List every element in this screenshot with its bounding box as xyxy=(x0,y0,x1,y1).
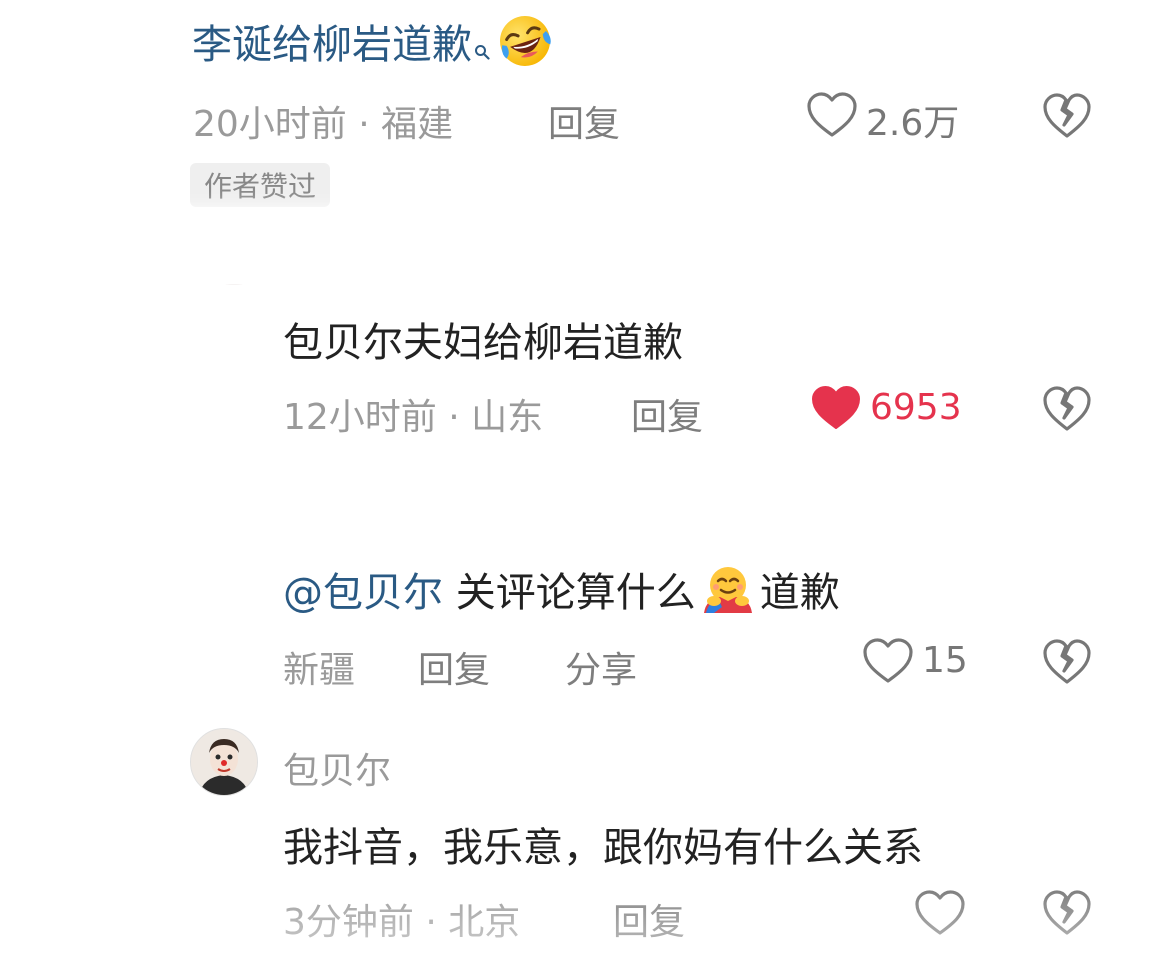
redacted-area xyxy=(430,742,970,784)
comment-1-meta: 20小时前 · 福建 xyxy=(193,104,454,145)
rolling-laughing-emoji xyxy=(496,12,554,70)
comment-4-reply-button[interactable]: 回复 xyxy=(613,893,685,945)
mention-link[interactable]: @包贝尔 xyxy=(283,560,443,618)
broken-heart-icon xyxy=(1042,92,1092,144)
bottom-fade-overlay xyxy=(0,880,1155,960)
comment-1-text: 李诞给柳岩道歉 xyxy=(192,22,472,68)
avatar[interactable] xyxy=(190,728,258,796)
search-icon[interactable] xyxy=(474,24,490,60)
broken-heart-icon xyxy=(1042,889,1092,941)
comment-3-text-part2: 道歉 xyxy=(759,570,840,616)
hugging-face-emoji xyxy=(698,563,758,615)
comment-3-like-count: 15 xyxy=(922,640,968,681)
comment-thread: 李诞给柳岩道歉 20小时前 · 福建 回复 2.6万 作者赞过 包贝尔夫妇给柳岩… xyxy=(0,0,1155,960)
comment-3-meta: 新疆 xyxy=(283,650,356,691)
comment-2-reply-button[interactable]: 回复 xyxy=(631,388,703,440)
comment-1-dislike-button[interactable] xyxy=(1042,92,1092,144)
broken-heart-icon xyxy=(1042,638,1092,690)
author-liked-badge: 作者赞过 xyxy=(190,163,331,207)
comment-3-share-button[interactable]: 分享 xyxy=(565,641,637,693)
comment-3-dislike-button[interactable] xyxy=(1042,638,1092,690)
redacted-area xyxy=(100,475,1100,545)
broken-heart-icon xyxy=(1042,385,1092,437)
comment-2-meta: 12小时前 · 山东 xyxy=(283,397,544,438)
comment-2-like-count: 6953 xyxy=(870,387,962,428)
comment-4-username[interactable]: 包贝尔 xyxy=(283,742,391,794)
comment-2-text: 包贝尔夫妇给柳岩道歉 xyxy=(283,320,683,366)
heart-outline-icon xyxy=(914,889,966,941)
comment-2-dislike-button[interactable] xyxy=(1042,385,1092,437)
comment-3-text-part1: 关评论算什么 xyxy=(443,570,696,616)
comment-1-reply-button[interactable]: 回复 xyxy=(548,95,620,147)
comment-4-dislike-button[interactable] xyxy=(1042,889,1092,941)
heart-outline-icon xyxy=(862,637,914,689)
comment-1-like-count: 2.6万 xyxy=(866,103,960,144)
redacted-username xyxy=(150,222,630,284)
comment-4-like-button[interactable] xyxy=(914,889,966,941)
comment-4-meta: 3分钟前 · 北京 xyxy=(283,902,521,943)
heart-filled-icon xyxy=(810,384,862,436)
comment-3-reply-button[interactable]: 回复 xyxy=(418,641,490,693)
heart-outline-icon xyxy=(806,91,858,143)
comment-3-text-row: @包贝尔 关评论算什么 道歉 xyxy=(283,560,840,618)
comment-1-text-row: 李诞给柳岩道歉 xyxy=(192,12,554,70)
comment-4-text: 我抖音，我乐意，跟你妈有什么关系 xyxy=(283,825,923,871)
